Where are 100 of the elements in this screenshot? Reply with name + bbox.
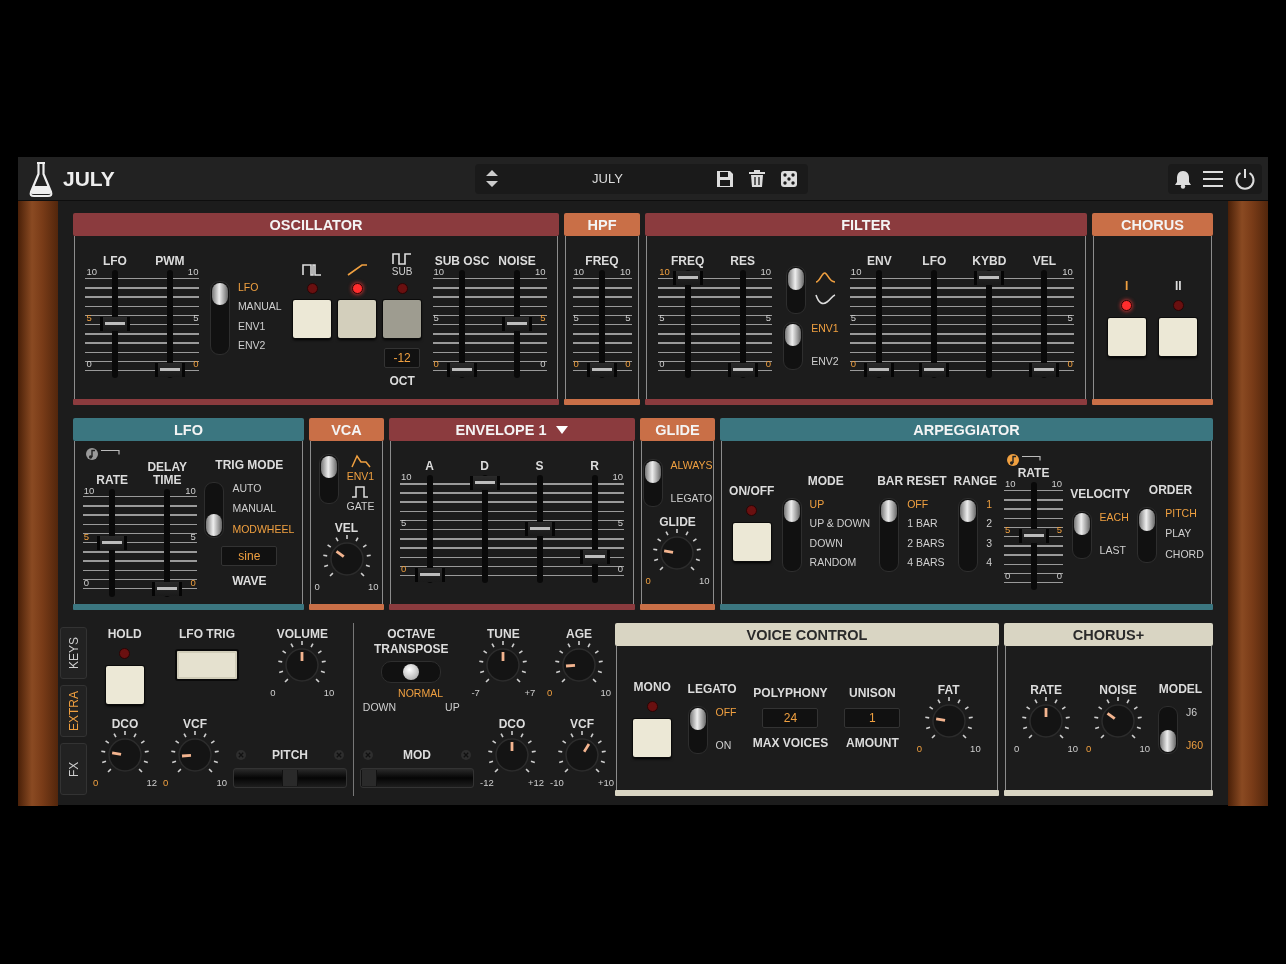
switch-option[interactable]: DOWN bbox=[809, 536, 843, 550]
slider-thumb[interactable] bbox=[152, 581, 183, 596]
switch-option[interactable]: CHORD bbox=[1165, 547, 1204, 561]
toggle-switch[interactable] bbox=[209, 280, 230, 355]
preset-name[interactable]: JULY bbox=[513, 171, 702, 186]
push-button[interactable] bbox=[1159, 318, 1198, 356]
toggle-switch[interactable] bbox=[204, 481, 225, 538]
switch-option[interactable]: 1 bbox=[986, 497, 993, 511]
toggle-switch[interactable] bbox=[687, 706, 708, 754]
wide-button[interactable] bbox=[175, 649, 239, 681]
slider-thumb[interactable] bbox=[502, 317, 532, 331]
toggle-switch[interactable] bbox=[1071, 510, 1092, 559]
switch-option[interactable]: AUTO bbox=[232, 481, 262, 495]
power-icon[interactable] bbox=[1234, 167, 1256, 190]
push-button[interactable] bbox=[1107, 318, 1146, 356]
bell-icon[interactable] bbox=[1174, 168, 1192, 189]
note-sync-icon[interactable] bbox=[1006, 453, 1043, 467]
switch-option[interactable]: ENV2 bbox=[237, 339, 266, 353]
slider-thumb[interactable] bbox=[1029, 363, 1060, 377]
menu-icon[interactable] bbox=[1202, 169, 1224, 188]
switch-option[interactable]: NORMAL bbox=[398, 687, 444, 700]
switch-option[interactable]: 4 BARS bbox=[907, 556, 945, 570]
toggle-switch[interactable] bbox=[642, 459, 663, 507]
switch-option[interactable]: J6 bbox=[1186, 706, 1198, 719]
switch-option[interactable]: PITCH bbox=[1165, 506, 1197, 520]
knob-pointer[interactable] bbox=[583, 743, 591, 753]
knob-pointer[interactable] bbox=[566, 663, 576, 668]
slider-thumb[interactable] bbox=[1018, 529, 1049, 543]
slider-thumb[interactable] bbox=[672, 271, 703, 285]
switch-option[interactable]: LAST bbox=[1099, 543, 1126, 557]
switch-option[interactable]: LEGATO bbox=[670, 492, 713, 505]
switch-option[interactable]: UP bbox=[445, 701, 460, 714]
note-sync-icon[interactable] bbox=[84, 446, 121, 461]
switch-option[interactable]: LFO bbox=[237, 280, 259, 294]
switch-option[interactable]: ALWAYS bbox=[670, 459, 713, 472]
toggle-switch[interactable] bbox=[783, 321, 804, 370]
push-button[interactable] bbox=[338, 300, 377, 338]
switch-option[interactable]: DOWN bbox=[362, 701, 397, 714]
toggle-switch[interactable] bbox=[785, 265, 806, 314]
switch-option[interactable]: RANDOM bbox=[809, 556, 857, 570]
switch-option[interactable]: PLAY bbox=[1165, 527, 1192, 540]
push-button[interactable] bbox=[633, 718, 672, 757]
push-button[interactable] bbox=[105, 666, 144, 704]
slider-thumb[interactable] bbox=[469, 476, 500, 490]
switch-option[interactable]: 2 bbox=[986, 517, 993, 531]
switch-option[interactable]: GATE bbox=[346, 499, 375, 513]
slider-thumb[interactable] bbox=[864, 363, 895, 377]
switch-option[interactable]: 4 bbox=[986, 556, 993, 570]
knob-pointer[interactable] bbox=[1044, 707, 1048, 717]
knob-pointer[interactable] bbox=[111, 751, 122, 756]
side-tab[interactable]: KEYS bbox=[60, 627, 87, 679]
switch-option[interactable]: ON bbox=[715, 739, 732, 752]
switch-option[interactable]: ENV1 bbox=[811, 321, 839, 335]
toggle-switch[interactable] bbox=[1137, 506, 1158, 563]
switch-option[interactable]: OFF bbox=[907, 497, 929, 511]
switch-option[interactable]: 1 BAR bbox=[907, 517, 938, 531]
knob-pointer[interactable] bbox=[664, 549, 674, 554]
switch-option[interactable]: 2 BARS bbox=[907, 536, 945, 550]
lowpass-curve-icon[interactable] bbox=[813, 269, 837, 285]
switch-option[interactable]: 3 bbox=[986, 536, 993, 550]
slider-thumb[interactable] bbox=[447, 363, 477, 377]
slider-thumb[interactable] bbox=[97, 535, 128, 550]
slider-thumb[interactable] bbox=[99, 317, 130, 331]
toggle-switch[interactable] bbox=[781, 497, 802, 572]
switch-option[interactable]: MODWHEEL bbox=[232, 522, 295, 536]
toggle-switch[interactable] bbox=[381, 661, 442, 683]
knob-pointer[interactable] bbox=[935, 717, 945, 722]
caret-icon[interactable] bbox=[554, 424, 569, 435]
push-button[interactable] bbox=[732, 523, 771, 561]
slider-thumb[interactable] bbox=[919, 363, 950, 377]
toggle-switch[interactable] bbox=[318, 453, 339, 504]
slider-thumb[interactable] bbox=[524, 522, 555, 536]
switch-option[interactable]: ENV1 bbox=[346, 469, 375, 483]
slider-thumb[interactable] bbox=[587, 363, 617, 377]
toggle-switch[interactable] bbox=[958, 497, 979, 572]
dice-icon[interactable] bbox=[780, 169, 798, 188]
push-button[interactable] bbox=[383, 300, 422, 338]
slider-thumb[interactable] bbox=[579, 549, 610, 564]
switch-option[interactable]: EACH bbox=[1099, 510, 1129, 524]
knob-pointer[interactable] bbox=[181, 753, 192, 758]
slider-thumb[interactable] bbox=[414, 568, 445, 582]
switch-option[interactable]: UP & DOWN bbox=[809, 517, 871, 531]
switch-option[interactable]: MANUAL bbox=[232, 502, 277, 515]
save-icon[interactable] bbox=[716, 169, 734, 188]
switch-option[interactable]: J60 bbox=[1186, 739, 1203, 752]
knob-pointer[interactable] bbox=[335, 549, 345, 558]
up-down-arrows-icon[interactable] bbox=[485, 169, 499, 188]
slider-thumb[interactable] bbox=[974, 271, 1005, 285]
trash-icon[interactable] bbox=[748, 169, 766, 188]
slider-thumb[interactable] bbox=[727, 363, 758, 377]
side-tab[interactable]: EXTRA bbox=[60, 685, 87, 737]
side-tab[interactable]: FX bbox=[60, 743, 87, 795]
push-button[interactable] bbox=[293, 300, 332, 338]
toggle-switch[interactable] bbox=[1158, 706, 1179, 754]
switch-option[interactable]: ENV1 bbox=[237, 319, 266, 333]
slider-thumb[interactable] bbox=[154, 363, 185, 377]
switch-option[interactable]: MANUAL bbox=[237, 300, 282, 314]
switch-option[interactable]: ENV2 bbox=[811, 354, 839, 368]
switch-option[interactable]: OFF bbox=[715, 706, 737, 719]
knob-pointer[interactable] bbox=[1106, 711, 1116, 720]
